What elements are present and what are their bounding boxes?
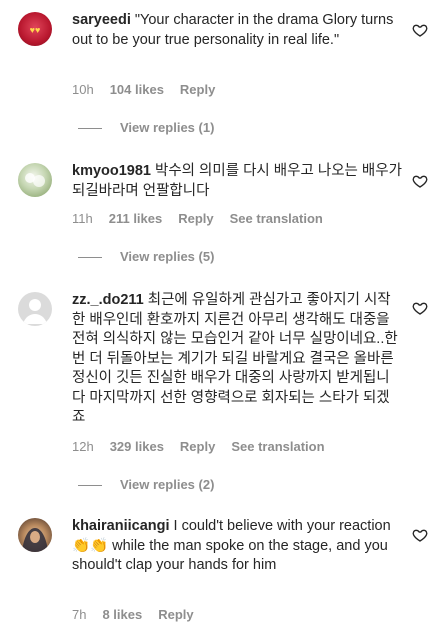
view-replies-label: View replies (1) [120, 120, 215, 135]
avatar[interactable] [18, 292, 52, 326]
view-replies-button[interactable]: View replies (2) [78, 477, 214, 492]
comment-body: saryeedi "Your character in the drama Glo… [72, 11, 402, 50]
comment-username[interactable]: khairaniicangi [72, 518, 170, 534]
reply-button[interactable]: Reply [180, 439, 215, 454]
comment-username[interactable]: zz._.do211 [72, 292, 144, 308]
divider-line [78, 485, 102, 487]
avatar[interactable]: ♥♥ [18, 12, 52, 46]
svg-text:♥♥: ♥♥ [30, 25, 41, 35]
comment-meta: 11h 211 likes Reply See translation [72, 211, 339, 226]
heart-outline-icon[interactable] [412, 22, 428, 38]
view-replies-button[interactable]: View replies (1) [78, 120, 214, 135]
divider-line [78, 128, 102, 130]
comment-time: 12h [72, 439, 94, 454]
comment-body: khairaniicangi I could't believe with you… [72, 517, 402, 576]
reply-button[interactable]: Reply [180, 82, 215, 97]
comment-likes[interactable]: 329 likes [110, 439, 164, 454]
comment-meta: 7h 8 likes Reply [72, 607, 210, 622]
see-translation-button[interactable]: See translation [231, 439, 324, 454]
view-replies-button[interactable]: View replies (5) [78, 249, 214, 264]
comment-body: zz._.do211 최근에 유일하게 관심가고 좋아지기 시작한 배우인데 환호… [72, 291, 402, 428]
heart-outline-icon[interactable] [412, 173, 428, 189]
comment-time: 11h [72, 211, 93, 226]
heart-outline-icon[interactable] [412, 527, 428, 543]
comment-likes[interactable]: 8 likes [102, 607, 142, 622]
heart-outline-icon[interactable] [412, 300, 428, 316]
reply-button[interactable]: Reply [158, 607, 193, 622]
comment-meta: 10h 104 likes Reply [72, 82, 231, 97]
comment-body: kmyoo1981 박수의 의미를 다시 배우고 나오는 배우가 되길바라며 언팔… [72, 162, 402, 201]
comment-time: 10h [72, 82, 94, 97]
comment-username[interactable]: saryeedi [72, 12, 131, 28]
divider-line [78, 257, 102, 259]
comment-text: 최근에 유일하게 관심가고 좋아지기 시작한 배우인데 환호까지 지른건 아무리… [72, 292, 398, 425]
comment-time: 7h [72, 607, 87, 622]
comment-likes[interactable]: 211 likes [109, 211, 163, 226]
see-translation-button[interactable]: See translation [230, 211, 323, 226]
comment-username[interactable]: kmyoo1981 [72, 163, 151, 179]
comment-likes[interactable]: 104 likes [110, 82, 164, 97]
view-replies-label: View replies (2) [120, 477, 215, 492]
reply-button[interactable]: Reply [178, 211, 213, 226]
view-replies-label: View replies (5) [120, 249, 215, 264]
avatar[interactable] [18, 163, 52, 197]
comment-meta: 12h 329 likes Reply See translation [72, 439, 341, 454]
avatar[interactable] [18, 518, 52, 552]
